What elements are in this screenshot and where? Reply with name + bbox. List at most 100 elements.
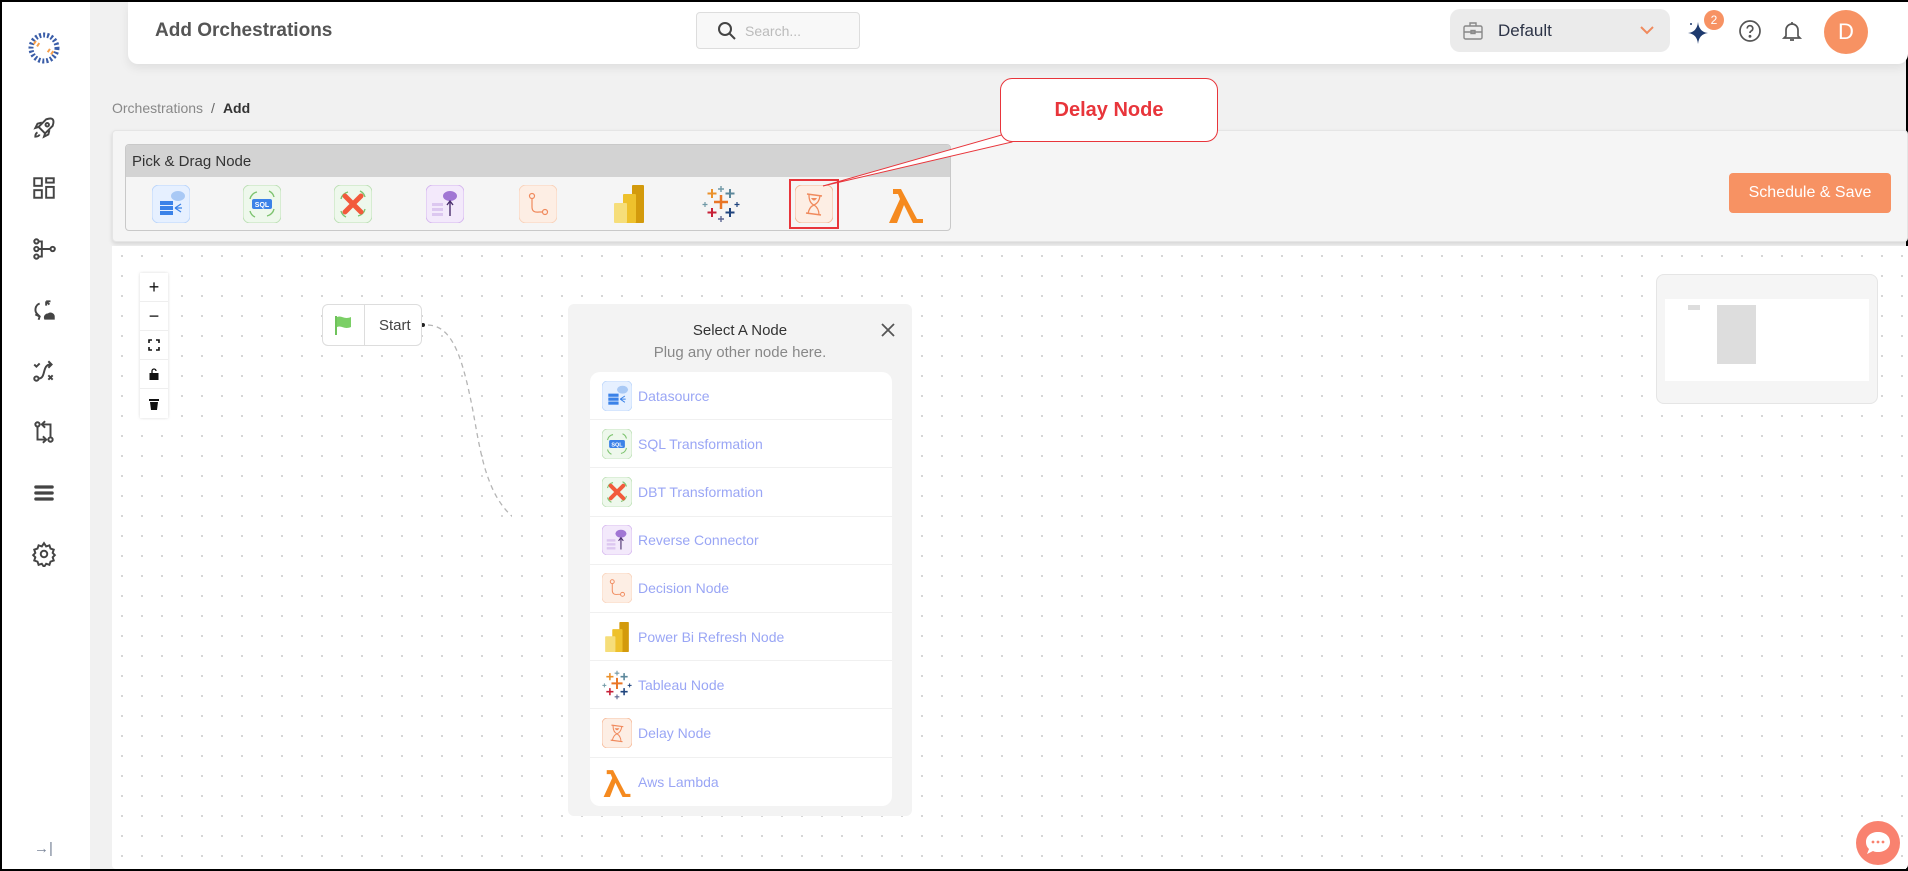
sidebar-item-compare[interactable]: [28, 416, 60, 448]
fit-view-icon: [148, 339, 160, 351]
fit-view-button[interactable]: [140, 331, 168, 360]
list-icon: [34, 485, 54, 501]
zoom-out-button[interactable]: −: [140, 302, 168, 331]
node-option-sql-transformation[interactable]: SQL Transformation: [590, 420, 892, 469]
workspace-selector[interactable]: Default: [1450, 9, 1670, 52]
breadcrumb: Orchestrations / Add: [112, 100, 250, 116]
tableau-icon: [702, 185, 740, 223]
chat-support-button[interactable]: [1856, 821, 1900, 865]
palette-item-sql-transformation[interactable]: [243, 185, 281, 223]
briefcase-icon: [1463, 21, 1483, 40]
lambda-icon: [603, 769, 631, 797]
start-node-label: Start: [379, 316, 411, 334]
node-option-delay-node[interactable]: Delay Node: [590, 709, 892, 758]
callout-pointer: [822, 131, 1013, 187]
delete-button[interactable]: [140, 389, 168, 418]
notifications-button[interactable]: [1780, 19, 1804, 48]
dbt-icon: [602, 476, 632, 507]
top-bar: Add Orchestrations Default 2 D: [128, 2, 1908, 64]
help-icon: [1739, 20, 1761, 42]
sql-icon: [243, 185, 281, 223]
start-connection-edge: [421, 323, 512, 517]
pipeline-icon: [33, 238, 56, 260]
dashboard-icon: [33, 177, 55, 199]
app-logo[interactable]: [28, 32, 60, 64]
sidebar-item-settings[interactable]: [28, 538, 60, 570]
node-option-tableau[interactable]: Tableau Node: [590, 661, 892, 710]
breadcrumb-separator: /: [211, 100, 215, 116]
search-input[interactable]: [745, 22, 845, 39]
breadcrumb-orchestrations[interactable]: Orchestrations: [112, 100, 203, 116]
node-option-power-bi[interactable]: Power Bi Refresh Node: [590, 613, 892, 662]
chat-icon: [1866, 832, 1890, 854]
bell-icon: [1781, 22, 1803, 41]
reverse-connector-icon: [426, 185, 464, 223]
git-compare-icon: [34, 420, 54, 444]
sidebar-item-sync[interactable]: [28, 294, 60, 326]
sql-icon: [602, 428, 632, 459]
chevron-down-icon: [1640, 26, 1654, 35]
plus-icon: +: [148, 276, 160, 297]
close-panel-button[interactable]: [880, 318, 896, 344]
page-title: Add Orchestrations: [155, 20, 333, 41]
lock-button[interactable]: [140, 360, 168, 389]
decision-icon: [602, 573, 632, 604]
palette-item-dbt-transformation[interactable]: [334, 185, 372, 223]
unlock-icon: [149, 368, 159, 380]
minimap-viewport: [1665, 299, 1869, 381]
canvas-controls: + −: [140, 273, 168, 418]
zoom-in-button[interactable]: +: [140, 273, 168, 302]
select-node-panel: Select A Node Plug any other node here. …: [568, 304, 912, 816]
minus-icon: −: [148, 305, 160, 326]
panel-title: Select A Node: [692, 322, 788, 339]
palette-item-power-bi[interactable]: [610, 185, 648, 223]
dbt-icon: [334, 185, 372, 223]
canvas-minimap[interactable]: [1656, 274, 1878, 404]
rocket-icon: [33, 117, 55, 139]
sync-icon: [34, 300, 55, 321]
node-option-aws-lambda[interactable]: Aws Lambda: [590, 758, 892, 806]
sidebar-item-list[interactable]: [28, 477, 60, 509]
delay-node-callout: Delay Node: [1000, 78, 1218, 142]
gear-icon: [31, 541, 57, 567]
node-option-dbt-transformation[interactable]: DBT Transformation: [590, 468, 892, 517]
flag-icon: [334, 316, 351, 335]
node-option-reverse-connector[interactable]: Reverse Connector: [590, 517, 892, 565]
sidebar-item-launch[interactable]: [28, 112, 60, 144]
palette-item-reverse-connector[interactable]: [426, 185, 464, 223]
workspace-name: Default: [1498, 20, 1552, 40]
collapse-sidebar-button[interactable]: →|: [34, 840, 53, 857]
sidebar-item-routes[interactable]: [28, 355, 60, 387]
search-box[interactable]: [696, 12, 860, 49]
decision-icon: [519, 185, 557, 223]
trash-icon: [149, 398, 159, 410]
hourglass-icon: [602, 717, 632, 748]
powerbi-icon: [605, 621, 629, 652]
node-option-datasource[interactable]: Datasource: [590, 372, 892, 421]
route-icon: [33, 360, 54, 382]
datasource-icon: [152, 185, 190, 223]
datasource-icon: [602, 380, 632, 411]
reverse-connector-icon: [602, 525, 632, 556]
tableau-icon: [602, 669, 632, 700]
powerbi-icon: [614, 185, 644, 223]
start-node[interactable]: Start: [322, 304, 422, 346]
palette-item-decision-node[interactable]: [519, 185, 557, 223]
search-icon: [718, 21, 736, 40]
sidebar-item-dashboard[interactable]: [28, 172, 60, 204]
node-option-decision-node[interactable]: Decision Node: [590, 565, 892, 613]
palette-item-datasource[interactable]: [152, 185, 190, 223]
node-options-list: Datasource SQL Transformation DBT Transf…: [590, 372, 892, 806]
close-icon: [881, 323, 895, 337]
minimap-start-node: [1688, 305, 1700, 310]
orchestration-canvas[interactable]: + − Start Select A Node Plug any other n…: [112, 246, 1908, 869]
palette-item-tableau[interactable]: [702, 185, 740, 223]
user-avatar[interactable]: D: [1824, 10, 1868, 54]
sidebar: →|: [2, 2, 90, 869]
sidebar-item-pipelines[interactable]: [28, 233, 60, 265]
help-button[interactable]: [1738, 19, 1762, 48]
schedule-save-button[interactable]: Schedule & Save: [1729, 173, 1891, 213]
notification-count-badge: 2: [1704, 10, 1724, 30]
breadcrumb-current: Add: [222, 100, 251, 116]
minimap-panel-node: [1717, 305, 1756, 364]
